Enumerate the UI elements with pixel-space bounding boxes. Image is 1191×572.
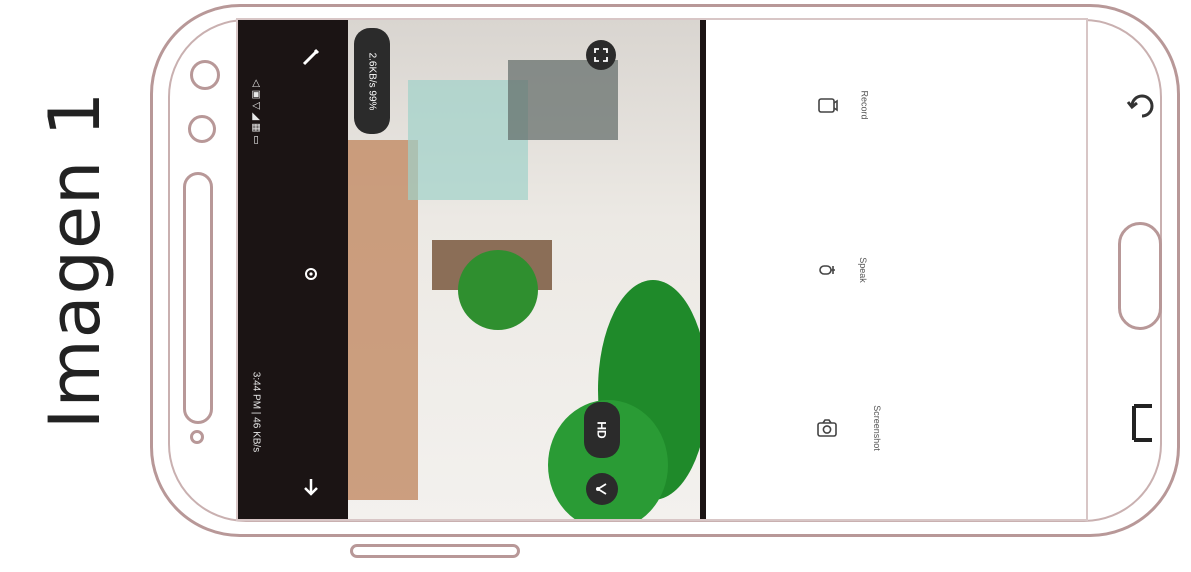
back-arrow-icon[interactable]	[300, 476, 322, 503]
plant-small	[458, 250, 538, 330]
app-header-bar: ◁ ▣ ▽ ◢ ▦ ▭ 3:44 PM | 46 KB/s	[238, 20, 348, 519]
tv-screen	[508, 60, 618, 140]
quality-hd-button[interactable]: HD	[584, 402, 620, 458]
status-bar: ◁ ▣ ▽ ◢ ▦ ▭ 3:44 PM | 46 KB/s	[238, 20, 274, 519]
phone-side-button	[350, 544, 520, 558]
camera-live-view[interactable]: 2.6KB/s 99% HD	[348, 20, 700, 519]
record-button[interactable]: Record	[814, 90, 879, 120]
video-icon	[814, 92, 840, 118]
record-label: Record	[859, 90, 870, 120]
edit-icon[interactable]	[300, 46, 322, 73]
front-camera	[188, 115, 216, 143]
caption-text: Imagen 1	[34, 90, 116, 430]
screenshot-button[interactable]: Screenshot	[814, 405, 900, 451]
status-right-icons: ◁ ▣ ▽ ◢ ▦ ▭	[250, 79, 262, 145]
speak-button[interactable]: Speak	[814, 257, 876, 283]
app-screen: ◁ ▣ ▽ ◢ ▦ ▭ 3:44 PM | 46 KB/s 2.6KB/s 99…	[236, 18, 1088, 521]
screenshot-label: Screenshot	[871, 405, 882, 451]
earpiece-speaker	[183, 172, 213, 424]
status-time: 3:44 PM | 46 KB/s	[250, 371, 262, 453]
camera-icon	[814, 415, 840, 441]
speak-label: Speak	[857, 257, 868, 283]
home-button[interactable]	[1118, 222, 1162, 330]
front-sensor	[190, 60, 220, 90]
quality-hd-label: HD	[595, 421, 609, 439]
recent-apps-icon[interactable]	[1130, 402, 1158, 450]
fullscreen-icon[interactable]	[586, 40, 616, 70]
mic-icon	[814, 257, 840, 283]
speed-badge: 2.6KB/s 99%	[354, 28, 390, 134]
control-panel: Screenshot Speak Record	[706, 20, 1086, 519]
eye-icon[interactable]	[302, 265, 320, 288]
proximity-sensor	[190, 430, 204, 444]
speed-badge-text: 2.6KB/s 99%	[366, 52, 378, 110]
image-caption: Imagen 1	[0, 0, 150, 572]
back-nav-icon[interactable]	[1124, 88, 1160, 130]
share-icon[interactable]	[586, 473, 618, 505]
